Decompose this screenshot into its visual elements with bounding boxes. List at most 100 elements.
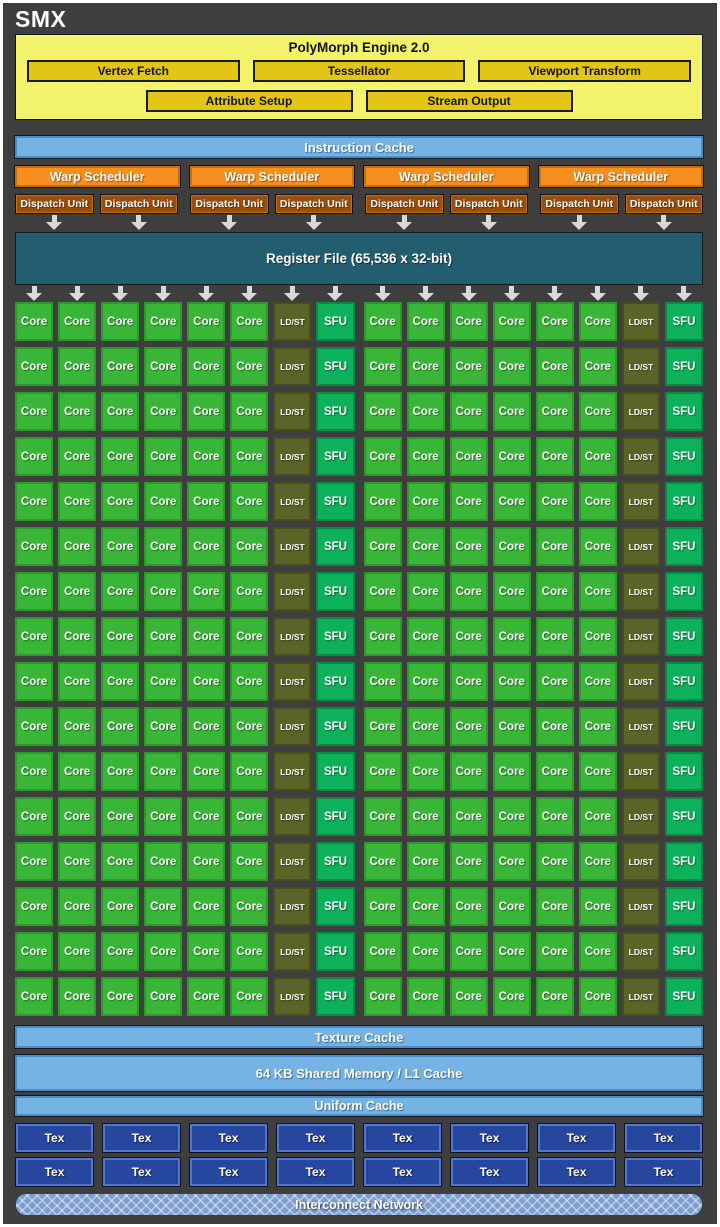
ldst-cell: LD/ST bbox=[622, 932, 660, 971]
core-cell: Core bbox=[101, 617, 139, 656]
smx-architecture-diagram: SMX PolyMorph Engine 2.0 Vertex FetchTes… bbox=[0, 0, 720, 1227]
arrow-head bbox=[571, 222, 587, 230]
core-cell: Core bbox=[536, 437, 574, 476]
arrow-head bbox=[112, 293, 128, 301]
core-grid-row: CoreCoreCoreCoreCoreCoreLD/STSFUCoreCore… bbox=[15, 392, 703, 431]
core-cell: Core bbox=[101, 752, 139, 791]
core-cell: Core bbox=[230, 752, 268, 791]
core-cell: Core bbox=[230, 437, 268, 476]
core-cell: Core bbox=[450, 887, 488, 926]
sfu-cell: SFU bbox=[665, 347, 703, 386]
ldst-cell: LD/ST bbox=[273, 572, 311, 611]
core-cell: Core bbox=[579, 887, 617, 926]
core-cell: Core bbox=[230, 572, 268, 611]
warp-scheduler: Warp Scheduler bbox=[15, 166, 180, 187]
ldst-cell: LD/ST bbox=[622, 482, 660, 521]
core-cell: Core bbox=[101, 482, 139, 521]
arrow-head bbox=[481, 222, 497, 230]
core-cell: Core bbox=[536, 302, 574, 341]
core-cell: Core bbox=[230, 932, 268, 971]
core-cell: Core bbox=[144, 707, 182, 746]
arrow-slot bbox=[364, 286, 402, 300]
arrow-slot bbox=[625, 215, 704, 230]
core-cell: Core bbox=[101, 662, 139, 701]
core-cell: Core bbox=[364, 482, 402, 521]
core-cell: Core bbox=[58, 437, 96, 476]
core-grid-row: CoreCoreCoreCoreCoreCoreLD/STSFUCoreCore… bbox=[15, 572, 703, 611]
core-cell: Core bbox=[101, 932, 139, 971]
arrow-stem bbox=[595, 286, 600, 293]
core-cell: Core bbox=[58, 842, 96, 881]
ldst-cell: LD/ST bbox=[622, 707, 660, 746]
core-cell: Core bbox=[144, 482, 182, 521]
register-arrows-row bbox=[15, 286, 703, 300]
core-cell: Core bbox=[15, 797, 53, 836]
polymorph-unit: Vertex Fetch bbox=[27, 60, 240, 82]
tex-unit-grid: TexTexTexTexTexTexTexTexTexTexTexTexTexT… bbox=[15, 1123, 703, 1187]
arrow-head bbox=[131, 222, 147, 230]
arrow-slot bbox=[622, 286, 660, 300]
ldst-cell: LD/ST bbox=[273, 707, 311, 746]
core-cell: Core bbox=[58, 752, 96, 791]
tex-unit: Tex bbox=[363, 1157, 442, 1187]
core-grid-row: CoreCoreCoreCoreCoreCoreLD/STSFUCoreCore… bbox=[15, 887, 703, 926]
sfu-cell: SFU bbox=[665, 482, 703, 521]
core-cell: Core bbox=[407, 707, 445, 746]
ldst-cell: LD/ST bbox=[273, 887, 311, 926]
core-cell: Core bbox=[364, 662, 402, 701]
core-cell: Core bbox=[364, 392, 402, 431]
core-cell: Core bbox=[230, 302, 268, 341]
core-cell: Core bbox=[58, 977, 96, 1016]
arrow-slot bbox=[316, 286, 354, 300]
arrow-stem bbox=[638, 286, 643, 293]
arrow-slot bbox=[100, 215, 179, 230]
arrow-slot bbox=[187, 286, 225, 300]
core-cell: Core bbox=[364, 887, 402, 926]
texture-cache-bar: Texture Cache bbox=[15, 1026, 703, 1048]
tex-unit: Tex bbox=[450, 1157, 529, 1187]
ldst-cell: LD/ST bbox=[622, 392, 660, 431]
sfu-cell: SFU bbox=[665, 392, 703, 431]
core-cell: Core bbox=[579, 347, 617, 386]
core-cell: Core bbox=[536, 932, 574, 971]
core-cell: Core bbox=[144, 932, 182, 971]
core-cell: Core bbox=[579, 977, 617, 1016]
core-cell: Core bbox=[579, 392, 617, 431]
arrow-slot bbox=[275, 215, 354, 230]
core-cell: Core bbox=[58, 887, 96, 926]
arrow-stem bbox=[577, 215, 582, 222]
arrow-head bbox=[590, 293, 606, 301]
tex-unit: Tex bbox=[189, 1157, 268, 1187]
core-cell: Core bbox=[101, 977, 139, 1016]
core-cell: Core bbox=[144, 437, 182, 476]
sfu-cell: SFU bbox=[316, 617, 354, 656]
arrow-stem bbox=[204, 286, 209, 293]
core-cell: Core bbox=[536, 617, 574, 656]
core-cell: Core bbox=[493, 977, 531, 1016]
arrow-stem bbox=[661, 215, 666, 222]
core-cell: Core bbox=[15, 392, 53, 431]
down-arrow-icon bbox=[656, 215, 672, 230]
down-arrow-icon bbox=[241, 286, 257, 301]
sfu-cell: SFU bbox=[665, 842, 703, 881]
sfu-cell: SFU bbox=[316, 572, 354, 611]
tex-unit: Tex bbox=[102, 1123, 181, 1153]
sfu-cell: SFU bbox=[665, 572, 703, 611]
down-arrow-icon bbox=[69, 286, 85, 301]
core-cell: Core bbox=[187, 302, 225, 341]
sfu-cell: SFU bbox=[316, 482, 354, 521]
sfu-cell: SFU bbox=[665, 662, 703, 701]
tex-unit: Tex bbox=[276, 1123, 355, 1153]
instruction-cache-bar: Instruction Cache bbox=[15, 136, 703, 158]
sfu-cell: SFU bbox=[316, 662, 354, 701]
core-cell: Core bbox=[144, 302, 182, 341]
core-cell: Core bbox=[493, 707, 531, 746]
core-cell: Core bbox=[15, 482, 53, 521]
ldst-cell: LD/ST bbox=[273, 347, 311, 386]
core-cell: Core bbox=[15, 752, 53, 791]
core-cell: Core bbox=[450, 662, 488, 701]
core-cell: Core bbox=[407, 437, 445, 476]
tex-unit: Tex bbox=[624, 1123, 703, 1153]
core-cell: Core bbox=[58, 617, 96, 656]
arrow-stem bbox=[423, 286, 428, 293]
